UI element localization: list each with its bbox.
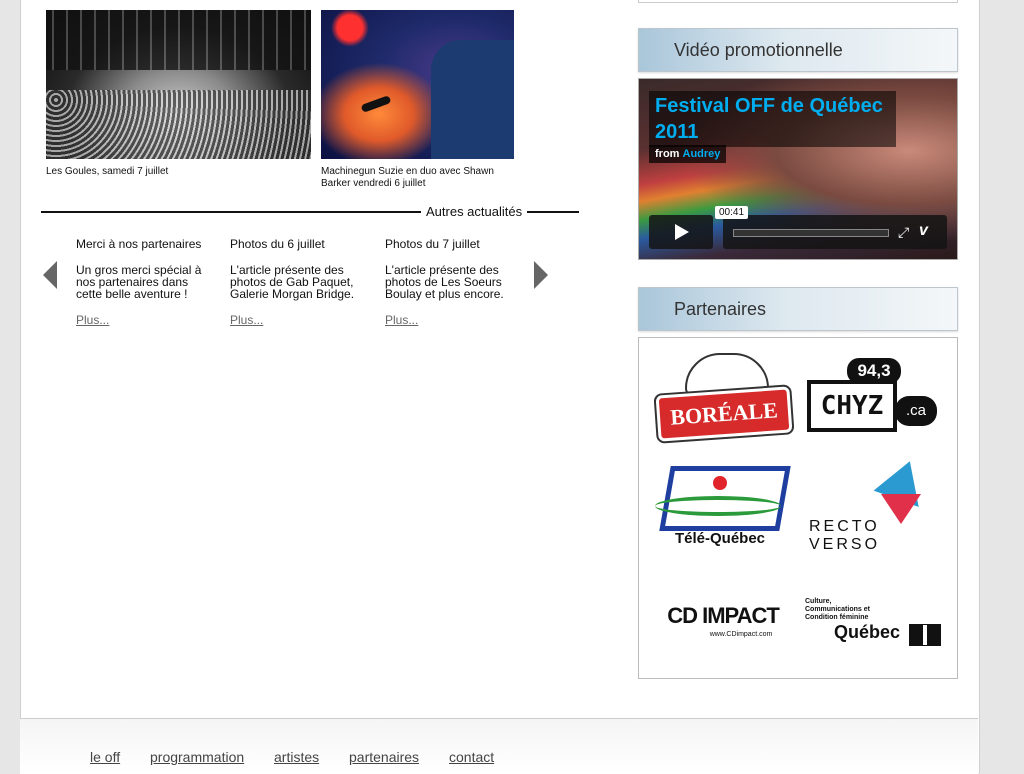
video-player[interactable]: Festival OFF de Québec 2011 from Audrey … — [638, 78, 958, 260]
news-item: Photos du 6 juillet L'article présente d… — [230, 238, 365, 326]
news-body: L'article présente des photos de Gab Paq… — [230, 263, 355, 301]
microphone — [360, 95, 392, 113]
time-tooltip: 00:41 — [715, 206, 749, 219]
chyz-tld: .ca — [895, 396, 937, 426]
news-item: Photos du 7 juillet L'article présente d… — [385, 238, 520, 326]
stage-lights — [46, 10, 311, 70]
play-button[interactable] — [649, 215, 713, 249]
recto-verso-wordmark: RECTO VERSO — [809, 518, 881, 553]
footer-link-programmation[interactable]: programmation — [150, 749, 244, 765]
red-dot-icon — [713, 476, 727, 490]
tele-quebec-logo[interactable]: Télé-Québec — [655, 466, 791, 556]
boreale-wordmark: BORÉALE — [655, 386, 793, 442]
news-more-link[interactable]: Plus... — [230, 314, 365, 326]
progress-track[interactable] — [733, 229, 889, 237]
video-title[interactable]: Festival OFF de Québec 2011 — [649, 91, 896, 147]
cd-impact-url: www.CDimpact.com — [709, 631, 773, 638]
footer-link-artistes[interactable]: artistes — [274, 749, 319, 765]
news-body: Un gros merci spécial à nos partenaires … — [76, 263, 202, 301]
video-author: from Audrey — [649, 145, 727, 163]
video-panel-header: Vidéo promotionnelle — [638, 28, 958, 72]
chyz-wordmark: CHYZ — [807, 380, 897, 432]
singer-shirt — [431, 40, 514, 159]
carousel-next-arrow[interactable] — [534, 261, 548, 289]
news-title: Photos du 6 juillet — [230, 237, 325, 251]
quebec-wordmark: Québec — [833, 622, 901, 642]
partners-logos-box: BORÉALE 94,3 CHYZ .ca Télé-Québec RECTO … — [638, 337, 958, 679]
carousel-prev-arrow[interactable] — [43, 261, 57, 289]
photo-caption: Les Goules, samedi 7 juillet — [46, 166, 169, 177]
partners-panel-title: Partenaires — [674, 299, 767, 319]
photo-caption: Machinegun Suzie en duo avec Shawn Barke… — [321, 166, 494, 189]
news-item: Merci à nos partenaires Un gros merci sp… — [76, 238, 211, 326]
play-icon — [675, 224, 689, 240]
fullscreen-icon[interactable]: ⤢ — [898, 224, 909, 241]
cd-impact-logo[interactable]: CD IMPACT www.CDimpact.com — [655, 603, 791, 653]
vimeo-icon[interactable]: v — [919, 222, 928, 240]
quebec-culture-logo[interactable]: Culture, Communications et Condition fém… — [805, 598, 945, 658]
news-more-link[interactable]: Plus... — [385, 314, 520, 326]
autres-actualites-heading: Autres actualités — [421, 204, 528, 219]
news-title: Photos du 7 juillet — [385, 237, 480, 251]
photo-les-goules[interactable] — [46, 10, 311, 159]
video-panel-title: Vidéo promotionnelle — [674, 40, 843, 60]
news-more-link[interactable]: Plus... — [76, 314, 211, 326]
from-label: from — [655, 148, 680, 160]
footer-link-le-off[interactable]: le off — [90, 749, 120, 765]
photo-machinegun-suzie[interactable] — [321, 10, 514, 159]
partners-panel-header: Partenaires — [638, 287, 958, 331]
cd-impact-wordmark: CD IMPACT — [667, 603, 780, 628]
tele-quebec-wordmark: Télé-Québec — [674, 530, 766, 547]
sidebar-top-box — [638, 0, 958, 3]
footer: le off programmation artistes partenaire… — [20, 718, 978, 774]
video-controls-bar: ⤢ v — [723, 215, 947, 249]
crowd — [46, 90, 311, 159]
recto-verso-logo[interactable]: RECTO VERSO — [807, 452, 947, 556]
chyz-logo[interactable]: 94,3 CHYZ .ca — [807, 358, 947, 438]
fleur-de-lys-flag-icon — [909, 624, 941, 646]
news-title: Merci à nos partenaires — [76, 237, 202, 251]
news-body: L'article présente des photos de Les Soe… — [385, 263, 504, 301]
footer-link-partenaires[interactable]: partenaires — [349, 749, 419, 765]
footer-link-contact[interactable]: contact — [449, 749, 494, 765]
quebec-ministry-name: Culture, Communications et Condition fém… — [805, 598, 870, 621]
green-wave-icon — [655, 496, 781, 516]
author-link[interactable]: Audrey — [683, 148, 721, 160]
boreale-logo[interactable]: BORÉALE — [655, 353, 793, 443]
